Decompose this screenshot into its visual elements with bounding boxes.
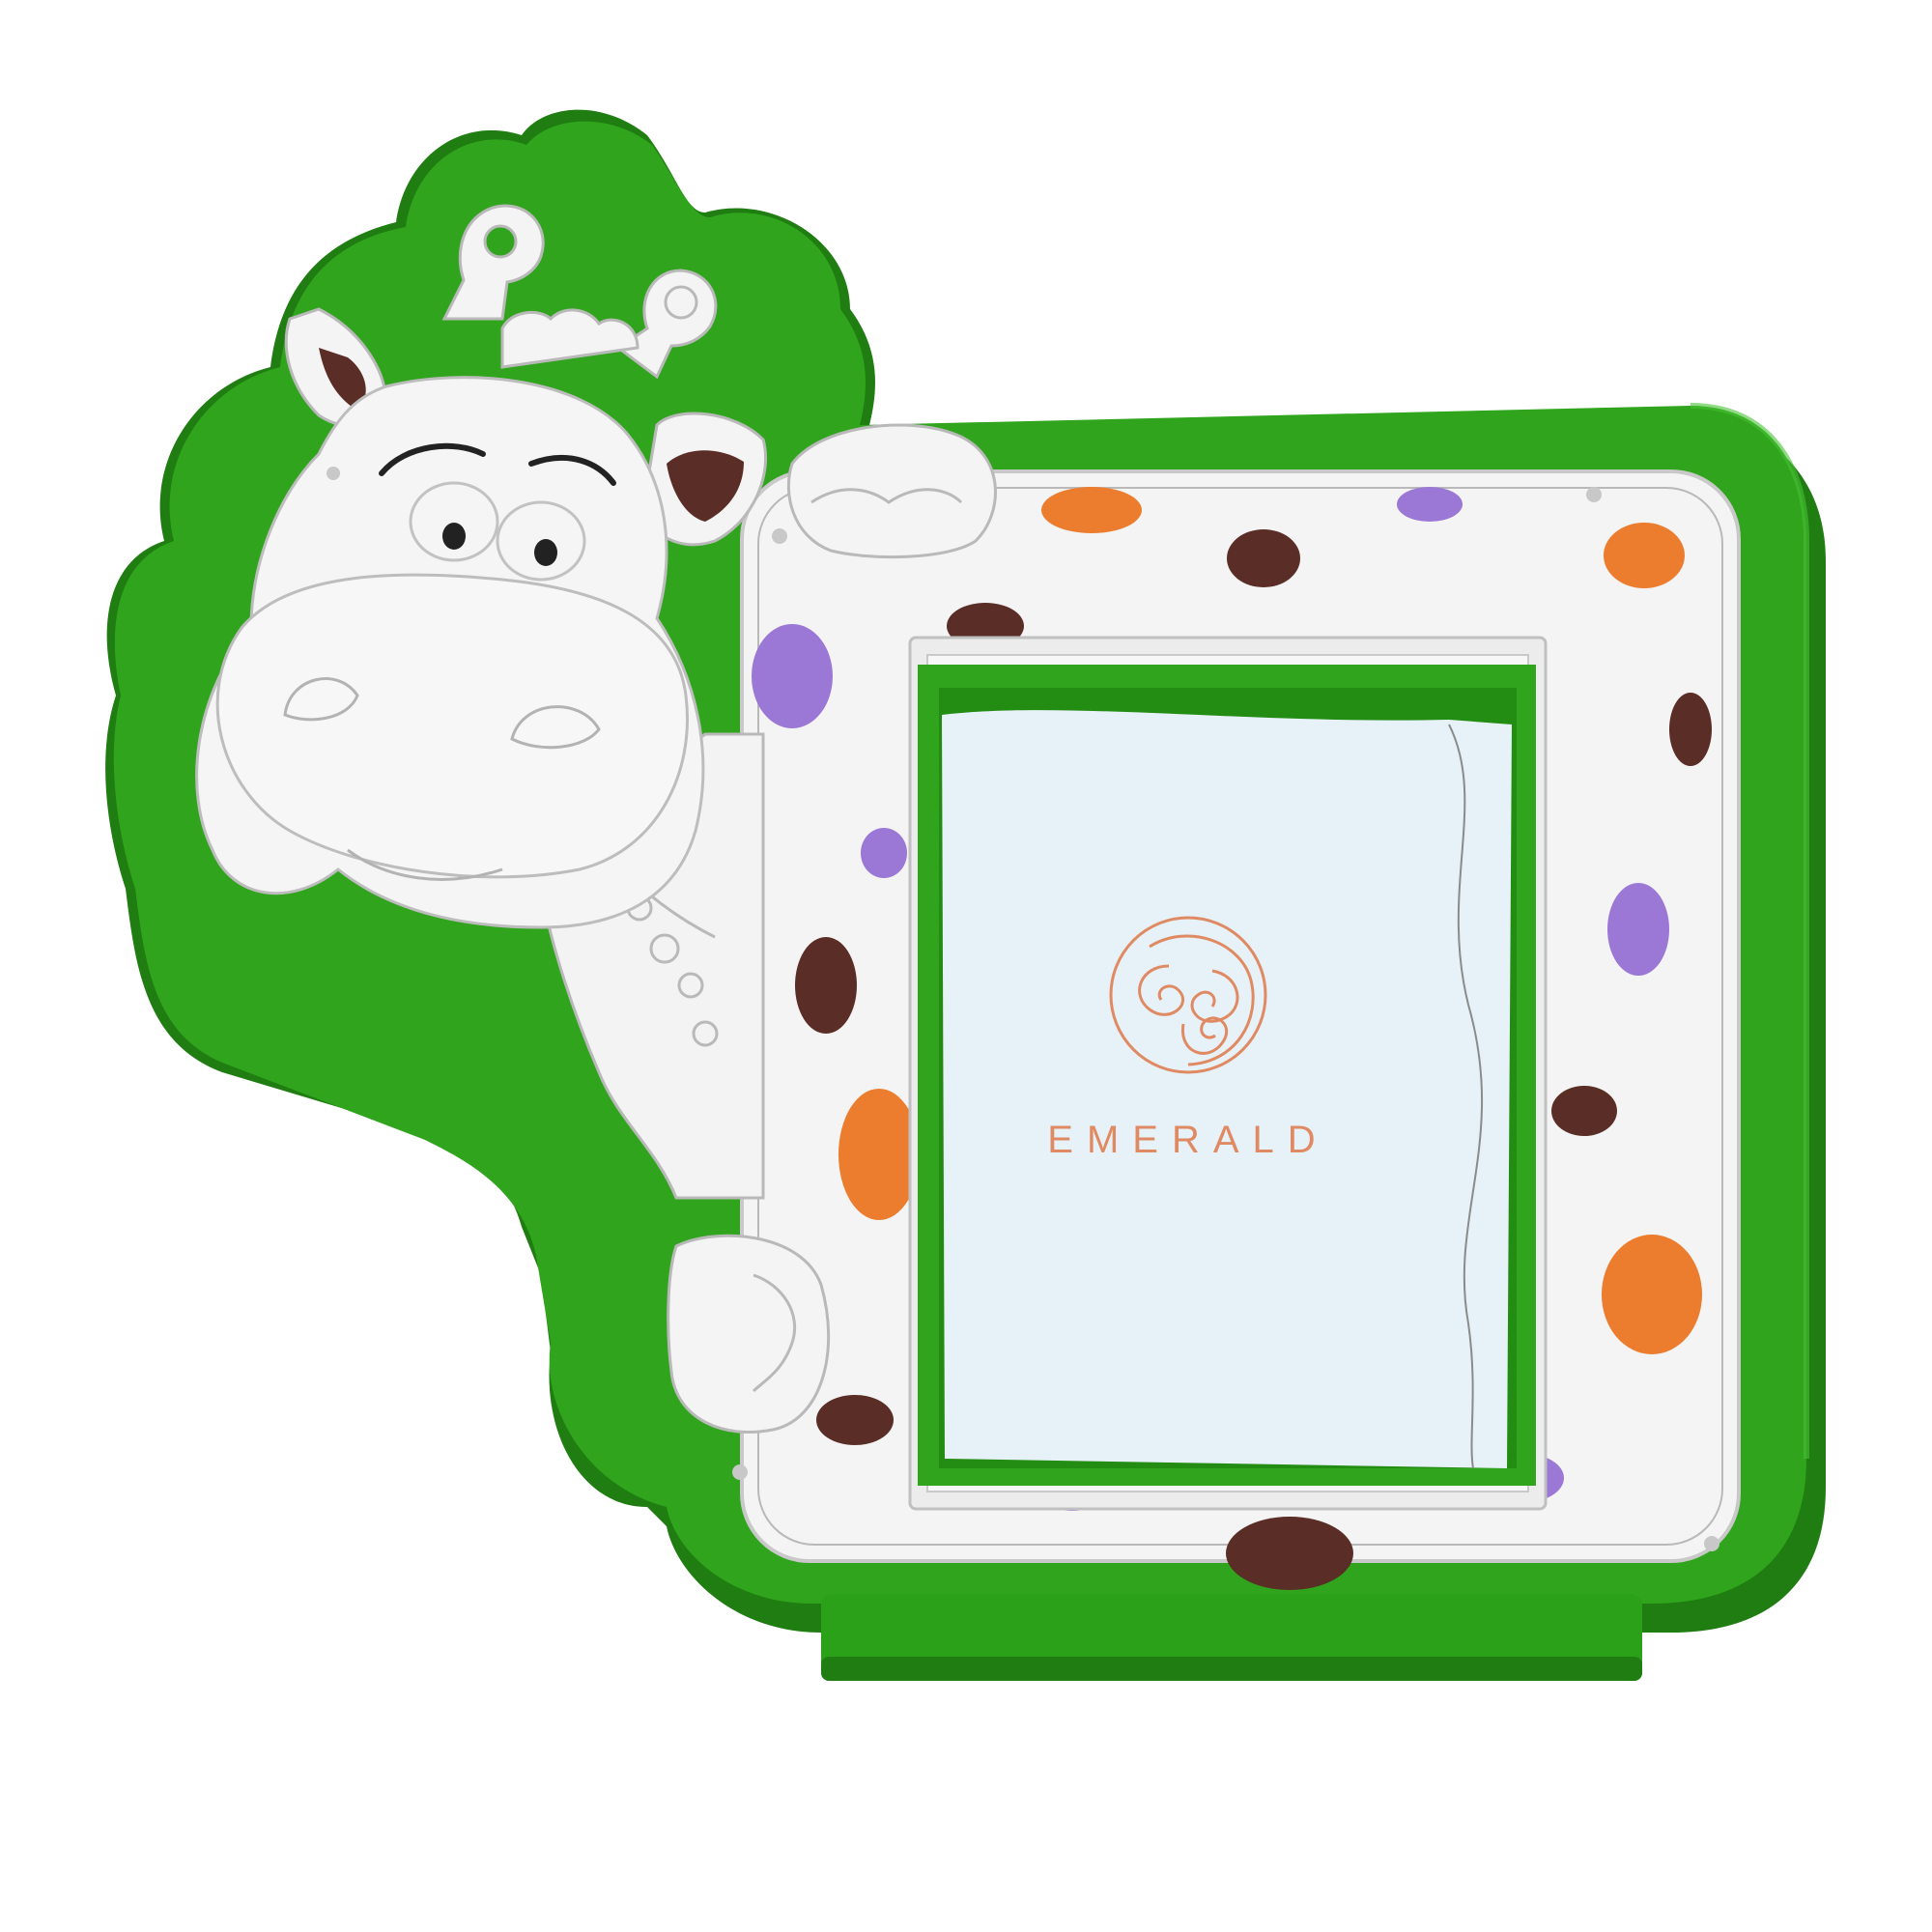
giraffe-front-hoof xyxy=(667,1234,831,1434)
spot-purple xyxy=(1397,487,1463,522)
brand-wordmark: EMERALD xyxy=(1047,1119,1329,1161)
spot-orange xyxy=(1041,487,1142,533)
spot-brown xyxy=(1227,529,1300,587)
spot-purple xyxy=(861,828,907,878)
horn-knob-hole xyxy=(483,224,518,259)
spot-purple xyxy=(752,624,833,728)
spot-brown xyxy=(1226,1517,1353,1590)
giraffe-eye-left xyxy=(442,523,466,550)
spot-purple xyxy=(1607,883,1669,976)
spot-orange xyxy=(838,1089,920,1220)
spot-orange xyxy=(1602,1235,1702,1354)
rivet xyxy=(1704,1536,1719,1551)
spot-brown xyxy=(1551,1086,1617,1136)
giraffe-frame-scene xyxy=(105,109,1827,1681)
rivet xyxy=(772,528,787,544)
rivet xyxy=(732,1464,748,1480)
frame-foot-shadow xyxy=(821,1657,1642,1681)
spot-orange xyxy=(1604,523,1685,588)
insert-card xyxy=(942,710,1512,1468)
spot-brown xyxy=(816,1395,894,1445)
photo-window xyxy=(908,636,1548,1511)
rivet xyxy=(327,467,340,480)
rivet xyxy=(1586,487,1602,502)
giraffe-eye-right xyxy=(534,539,557,566)
spot-brown xyxy=(1669,693,1712,766)
spot-brown xyxy=(795,937,857,1034)
giraffe-back-hoof xyxy=(786,423,997,559)
